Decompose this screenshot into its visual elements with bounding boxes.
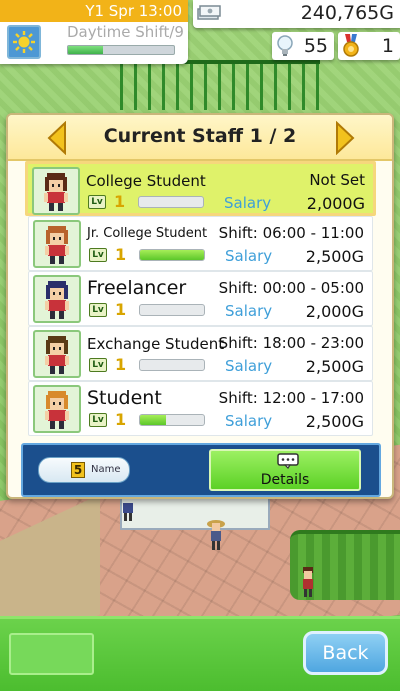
lightbulb-icon bbox=[277, 35, 293, 56]
empty-action-slot bbox=[9, 633, 94, 675]
staff-portrait bbox=[33, 385, 81, 433]
panel-header: Current Staff 1 / 2 bbox=[8, 115, 392, 161]
current-staff-panel: Current Staff 1 / 2 College Student Not S… bbox=[6, 113, 394, 499]
staff-sprite bbox=[45, 336, 69, 374]
staff-level: 1 bbox=[115, 245, 127, 264]
cash-icon bbox=[197, 5, 221, 20]
sort-number: 5 bbox=[71, 462, 85, 478]
visitor-sprite bbox=[303, 567, 313, 597]
money-panel: 240,765G bbox=[193, 0, 400, 28]
staff-name: Student bbox=[87, 387, 162, 409]
staff-salary: 2,000G bbox=[305, 302, 364, 321]
staff-shift: Shift: 06:00 - 11:00 bbox=[218, 224, 364, 242]
staff-name: Freelancer bbox=[87, 277, 187, 299]
chevron-right-icon bbox=[336, 121, 355, 155]
back-button[interactable]: Back bbox=[303, 631, 388, 675]
staff-sprite bbox=[45, 281, 69, 319]
staff-portrait bbox=[33, 330, 81, 378]
staff-level: 1 bbox=[114, 192, 126, 211]
staff-portrait bbox=[33, 220, 81, 268]
research-value: 55 bbox=[303, 35, 328, 57]
level-icon: Lv bbox=[89, 358, 107, 372]
staff-level: 1 bbox=[115, 410, 127, 429]
shift-label: Daytime Shift/9 bbox=[67, 23, 184, 41]
staff-salary: 2,500G bbox=[305, 247, 364, 266]
staff-sprite bbox=[45, 391, 69, 429]
salary-label: Salary bbox=[225, 247, 273, 265]
shift-progress-bar bbox=[67, 45, 175, 55]
sort-name-button[interactable]: 5 Name bbox=[38, 457, 130, 483]
experience-bar bbox=[139, 359, 205, 371]
staff-sprite bbox=[44, 173, 68, 211]
money-value: 240,765G bbox=[300, 2, 394, 24]
details-button[interactable]: Details bbox=[209, 449, 361, 491]
staff-level: 1 bbox=[115, 300, 127, 319]
staff-salary: 2,000G bbox=[306, 194, 365, 213]
staff-row[interactable]: Jr. College Student Shift: 06:00 - 11:00 L… bbox=[28, 216, 373, 271]
staff-portrait bbox=[32, 167, 80, 215]
experience-bar bbox=[139, 249, 205, 261]
level-icon: Lv bbox=[88, 195, 106, 209]
experience-fill bbox=[140, 415, 166, 425]
staff-row[interactable]: College Student Not Set Lv 1 Salary 2,000G bbox=[25, 161, 376, 216]
staff-portrait bbox=[33, 275, 81, 323]
bottom-bar: Back bbox=[0, 616, 400, 691]
speech-bubble-icon bbox=[277, 453, 299, 469]
staff-shift: Shift: 12:00 - 17:00 bbox=[218, 389, 364, 407]
staff-sprite bbox=[45, 226, 69, 264]
salary-label: Salary bbox=[225, 412, 273, 430]
details-label: Details bbox=[260, 472, 310, 488]
medal-count: 1 bbox=[338, 32, 400, 60]
level-icon: Lv bbox=[89, 413, 107, 427]
experience-fill bbox=[140, 250, 204, 260]
experience-bar bbox=[139, 304, 205, 316]
level-icon: Lv bbox=[89, 303, 107, 317]
staff-list: College Student Not Set Lv 1 Salary 2,000G Jr.… bbox=[25, 161, 376, 491]
staff-name: Jr. College Student bbox=[87, 226, 208, 241]
staff-salary: 2,500G bbox=[305, 412, 364, 431]
salary-label: Salary bbox=[224, 194, 272, 212]
staff-shift: Shift: 18:00 - 23:00 bbox=[218, 334, 364, 352]
next-page-button[interactable] bbox=[332, 121, 358, 155]
level-icon: Lv bbox=[89, 248, 107, 262]
staff-salary: 2,500G bbox=[305, 357, 364, 376]
experience-bar bbox=[138, 196, 204, 208]
salary-label: Salary bbox=[225, 357, 273, 375]
staff-row[interactable]: Exchange Student Shift: 18:00 - 23:00 Lv 1 S… bbox=[28, 326, 373, 381]
staff-shift: Shift: 00:00 - 05:00 bbox=[218, 279, 364, 297]
medal-icon bbox=[343, 34, 359, 57]
research-points: 55 bbox=[272, 32, 334, 60]
shift-progress-fill bbox=[68, 46, 103, 54]
staff-level: 1 bbox=[115, 355, 127, 374]
green-fence bbox=[120, 60, 320, 110]
staff-name: Exchange Student bbox=[87, 335, 225, 353]
visitor-sprite bbox=[207, 520, 225, 550]
medal-value: 1 bbox=[381, 35, 394, 57]
experience-bar bbox=[139, 414, 205, 426]
staff-name: College Student bbox=[86, 172, 206, 190]
salary-label: Salary bbox=[225, 302, 273, 320]
staff-row[interactable]: Student Shift: 12:00 - 17:00 Lv 1 Salary 2,50… bbox=[28, 381, 373, 436]
time-panel: Y1 Spr 13:00 Daytime Shift/9 bbox=[0, 0, 188, 64]
staff-shift: Not Set bbox=[309, 171, 365, 189]
sort-label: Name bbox=[91, 464, 121, 475]
visitor-sprite bbox=[123, 503, 133, 521]
date-time: Y1 Spr 13:00 bbox=[0, 0, 188, 22]
sun-icon bbox=[7, 25, 41, 59]
staff-row[interactable]: Freelancer Shift: 00:00 - 05:00 Lv 1 Salary 2… bbox=[28, 271, 373, 326]
panel-footer: 5 Name Details bbox=[21, 443, 381, 497]
